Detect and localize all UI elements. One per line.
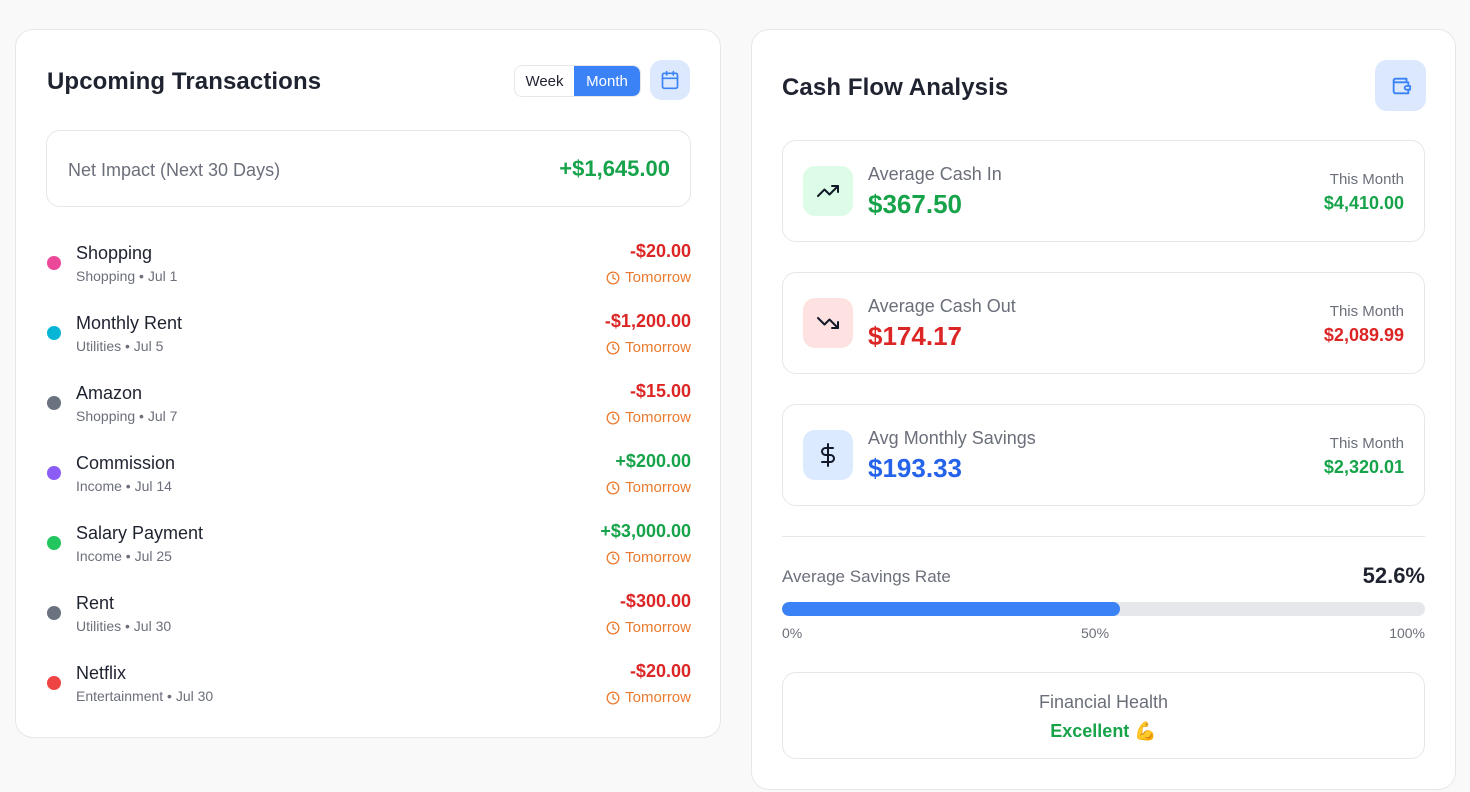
transaction-due: Tomorrow [606,689,691,706]
savings-rate-bar [782,602,1425,616]
transaction-due-label: Tomorrow [625,619,691,636]
financial-health-value: Excellent 💪 [1050,721,1157,741]
transaction-row[interactable]: Commission Income • Jul 14 +$200.00 Tomorro… [46,442,691,498]
transaction-due-label: Tomorrow [625,549,691,566]
clock-icon [606,411,620,425]
stat-card: Average Cash Out $174.17 This Month $2,089.… [782,272,1425,374]
net-impact-box: Net Impact (Next 30 Days) +$1,645.00 [46,130,691,207]
transaction-name: Netflix [76,663,127,683]
transaction-meta: Shopping • Jul 7 [76,408,178,424]
transaction-name: Commission [76,453,176,473]
transaction-due-label: Tomorrow [625,339,691,356]
category-dot [47,466,61,480]
transaction-meta: Utilities • Jul 30 [76,618,172,634]
transaction-due: Tomorrow [606,409,691,426]
category-dot [47,536,61,550]
wallet-button[interactable] [1375,60,1426,111]
stat-month-value: $2,089.99 [1323,325,1404,345]
financial-health-box: Financial Health Excellent 💪 [782,672,1425,759]
period-toggle: Week Month [514,65,641,97]
stat-month-label: This Month [1329,303,1404,320]
transaction-meta: Entertainment • Jul 30 [76,688,214,704]
wallet-icon [1392,77,1411,94]
stat-card: Avg Monthly Savings $193.33 This Month $2,3… [782,404,1425,506]
transaction-due-label: Tomorrow [625,409,691,426]
cash-flow-title: Cash Flow Analysis [782,74,1009,101]
upcoming-transactions-title: Upcoming Transactions [47,68,322,95]
tick-0: 0% [782,625,803,641]
transaction-row[interactable]: Salary Payment Income • Jul 25 +$3,000.00 T… [46,512,691,568]
stat-label: Average Cash Out [868,296,1016,316]
transaction-amount: -$20.00 [629,241,691,261]
transaction-name: Salary Payment [76,523,204,543]
clock-icon [606,271,620,285]
transaction-name: Rent [76,593,115,613]
divider [782,536,1425,537]
clock-icon [606,691,620,705]
trending-down-icon [803,298,853,348]
transaction-meta: Shopping • Jul 1 [76,268,178,284]
category-dot [47,256,61,270]
clock-icon [606,551,620,565]
clock-icon [606,341,620,355]
transaction-row[interactable]: Monthly Rent Utilities • Jul 5 -$1,200.00 T… [46,302,691,358]
transaction-amount: -$1,200.00 [604,311,691,331]
net-impact-label: Net Impact (Next 30 Days) [68,160,281,180]
transaction-due-label: Tomorrow [625,479,691,496]
stat-month-label: This Month [1329,171,1404,188]
transaction-amount: -$300.00 [619,591,691,611]
stat-value: $174.17 [868,321,962,351]
tick-50: 50% [1081,625,1110,641]
transaction-due: Tomorrow [606,549,691,566]
trending-up-icon [803,166,853,216]
transaction-row[interactable]: Amazon Shopping • Jul 7 -$15.00 Tomorrow [46,372,691,428]
transaction-amount: -$20.00 [629,661,691,681]
stat-label: Average Cash In [868,164,1002,184]
transaction-due: Tomorrow [606,339,691,356]
stat-month-label: This Month [1329,435,1404,452]
savings-rate-label: Average Savings Rate [782,567,951,586]
financial-health-label: Financial Health [1038,692,1169,712]
clock-icon [606,481,620,495]
category-dot [47,606,61,620]
stat-value: $193.33 [868,453,962,483]
stat-month-value: $2,320.01 [1323,457,1404,477]
net-impact-value: +$1,645.00 [559,156,670,181]
dollar-icon [803,430,853,480]
transaction-due: Tomorrow [606,479,691,496]
stat-card: Average Cash In $367.50 This Month $4,410.0… [782,140,1425,242]
calendar-icon [661,70,679,90]
transaction-row[interactable]: Netflix Entertainment • Jul 30 -$20.00 Tomo… [46,652,691,708]
category-dot [47,326,61,340]
savings-rate-bar-fill [782,602,1121,616]
week-toggle-button[interactable]: Week [515,66,574,96]
stat-month-value: $4,410.00 [1323,193,1404,213]
stat-value: $367.50 [868,189,962,219]
upcoming-transactions-card: Upcoming Transactions Week Month Net Imp… [15,29,721,738]
clock-icon [606,621,620,635]
transaction-due-label: Tomorrow [625,269,691,286]
tick-100: 100% [1389,625,1425,641]
stat-label: Avg Monthly Savings [868,428,1036,448]
transaction-due: Tomorrow [606,619,691,636]
transaction-row[interactable]: Rent Utilities • Jul 30 -$300.00 Tomorrow [46,582,691,638]
cash-flow-analysis-card: Cash Flow Analysis Average Cash In $367.5… [751,29,1456,790]
transaction-name: Monthly Rent [76,313,183,333]
savings-rate-value: 52.6% [1362,563,1425,588]
category-dot [47,676,61,690]
transaction-amount: -$15.00 [629,381,691,401]
transaction-name: Shopping [76,243,153,263]
transaction-meta: Income • Jul 25 [76,548,172,564]
transaction-name: Amazon [76,383,143,403]
transaction-meta: Utilities • Jul 5 [76,338,164,354]
transaction-row[interactable]: Shopping Shopping • Jul 1 -$20.00 Tomorrow [46,232,691,288]
transaction-meta: Income • Jul 14 [76,478,172,494]
transaction-due: Tomorrow [606,269,691,286]
transaction-due-label: Tomorrow [625,689,691,706]
month-toggle-button[interactable]: Month [574,66,640,96]
category-dot [47,396,61,410]
transaction-amount: +$200.00 [615,451,691,471]
transaction-amount: +$3,000.00 [600,521,691,541]
calendar-button[interactable] [650,60,690,100]
